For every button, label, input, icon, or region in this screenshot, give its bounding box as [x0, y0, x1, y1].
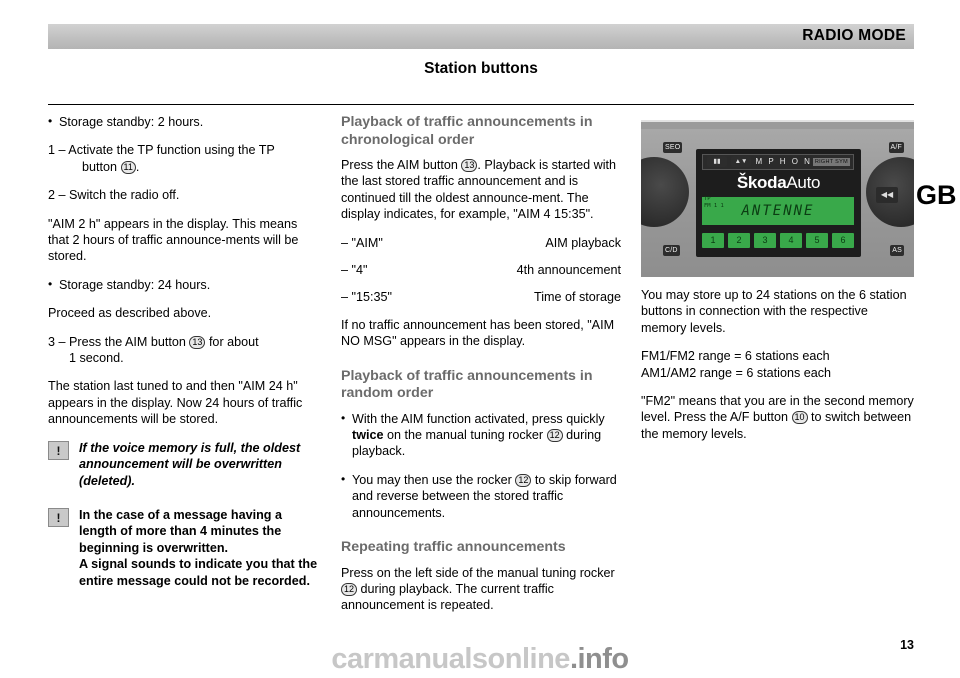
af-button: A/F — [888, 142, 904, 153]
warning-note-1: If the voice memory is full, the oldest … — [48, 440, 320, 489]
callout-13: 13 — [189, 335, 206, 349]
definition-desc: AIM playback — [545, 235, 621, 250]
callout-12: 12 — [546, 429, 563, 443]
definition-row: – "AIM" AIM playback — [341, 235, 621, 251]
header-bar: RADIO MODE — [48, 24, 914, 49]
callout-12: 12 — [515, 473, 532, 487]
step-1-cont: button — [82, 159, 118, 174]
preset-button-row: 1 2 3 4 5 6 — [702, 233, 854, 248]
random-b1-bold: twice — [352, 428, 384, 443]
seek-back-button: ◀◀ — [876, 187, 898, 203]
preset-button: 2 — [728, 233, 750, 248]
heading-chronological: Playback of traffic announcements in chr… — [341, 114, 593, 148]
preset-button: 3 — [754, 233, 776, 248]
definition-desc: Time of storage — [533, 290, 621, 305]
definition-term: – "4" — [341, 263, 368, 278]
callout-12: 12 — [341, 583, 358, 596]
column-right: You may store up to 24 stations on the 6… — [641, 287, 916, 454]
horizontal-divider — [48, 104, 914, 105]
preset-button: 1 — [702, 233, 724, 248]
fm-range-line: FM1/FM2 range = 6 stations each — [641, 349, 830, 364]
storage-standby-2h: Storage standby: 2 hours. — [48, 113, 320, 130]
cd-button: C/D — [663, 245, 680, 256]
random-b2-a: You may then use the rocker — [352, 472, 512, 487]
step-1-second-line: button 11. — [48, 159, 320, 175]
random-bullet-1: With the AIM function activated, press q… — [341, 410, 621, 460]
chronological-paragraph: Press the AIM button 13. Playback is sta… — [341, 157, 621, 223]
step-1: 1 – Activate the TP function using the T… — [48, 142, 320, 175]
lcd-tp-indicator: TP — [704, 196, 711, 202]
step-1-text: 1 – Activate the TP function using the T… — [48, 143, 275, 158]
preset-button: 6 — [832, 233, 854, 248]
definition-row: – "15:35" Time of storage — [341, 289, 621, 305]
lcd-status-lines: TP FM 1 1 — [704, 196, 724, 210]
step-3-text: 3 – Press the AIM button — [48, 334, 186, 349]
watermark-dark: .info — [569, 643, 629, 675]
right-paragraph-3: "FM2" means that you are in the second m… — [641, 393, 916, 442]
repeating-a: Press on the left side of the manual tun… — [341, 565, 615, 580]
brand-logo: ŠkodaAuto — [696, 173, 861, 193]
radio-body: SEO C/D A/F AS S Y M P H O N Y RIGHT SYM… — [641, 129, 914, 277]
callout-10: 10 — [791, 411, 808, 425]
step-2: 2 – Switch the radio off. — [48, 188, 180, 203]
preset-button: 5 — [806, 233, 828, 248]
warning-note-1-text: If the voice memory is full, the oldest … — [79, 440, 301, 488]
watermark: carmanualsonline.info — [0, 643, 960, 676]
right-range-lines: FM1/FM2 range = 6 stations each AM1/AM2 … — [641, 348, 916, 381]
seo-button: SEO — [663, 142, 683, 153]
step-3: 3 – Press the AIM button 13 for about 1 … — [48, 334, 320, 367]
volume-knob — [641, 157, 689, 227]
definition-desc: 4th announcement — [516, 263, 621, 278]
page-mode-title: RADIO MODE — [802, 27, 906, 44]
warning-note-2: In the case of a message having a length… — [48, 507, 320, 589]
heading-repeating: Repeating traffic announcements — [341, 539, 566, 556]
definition-term: – "15:35" — [341, 290, 392, 305]
language-tab-label: GB — [916, 180, 957, 210]
definition-term: – "AIM" — [341, 235, 383, 250]
manual-page: RADIO MODE Station buttons GB Storage st… — [0, 0, 960, 678]
am-range-line: AM1/AM2 range = 6 stations each — [641, 365, 832, 380]
brand-light: Auto — [786, 173, 821, 192]
aim-2h-paragraph: "AIM 2 h" appears in the display. This m… — [48, 216, 299, 264]
definition-row: – "4" 4th announcement — [341, 262, 621, 278]
as-button: AS — [890, 245, 904, 256]
storage-standby-24h: Storage standby: 24 hours. — [48, 276, 320, 293]
warning-note-2-text: In the case of a message having a length… — [79, 507, 318, 588]
heading-random-order: Playback of traffic announcements in ran… — [341, 367, 593, 402]
lcd-screen: ANTENNE — [702, 197, 854, 225]
right-paragraph-1: You may store up to 24 stations on the 6… — [641, 288, 907, 335]
random-b1-b: on the manual tuning rocker — [387, 428, 544, 443]
rocker-buttons: ▮▮ ▲▼ — [707, 156, 751, 167]
column-middle: Playback of traffic announcements in chr… — [341, 114, 621, 626]
rocker-left-button: ▮▮ — [707, 156, 727, 167]
callout-13: 13 — [461, 159, 478, 172]
rocker-right-button: ▲▼ — [731, 156, 751, 167]
random-bullet-2: You may then use the rocker 12 to skip f… — [341, 471, 621, 521]
step-3-tail: for about — [208, 334, 259, 349]
callout-11: 11 — [120, 160, 136, 174]
proceed-paragraph: Proceed as described above. — [48, 306, 212, 321]
watermark-light: carmanualsonline — [331, 643, 570, 675]
repeating-paragraph: Press on the left side of the manual tun… — [341, 565, 621, 614]
last-tuned-paragraph: The station last tuned to and then "AIM … — [48, 379, 303, 427]
right-tag: RIGHT SYM — [812, 158, 850, 166]
warning-icon — [48, 507, 69, 527]
lcd-station-text: ANTENNE — [741, 203, 815, 219]
warning-icon — [48, 440, 69, 460]
column-left: Storage standby: 2 hours. 1 – Activate t… — [48, 113, 320, 607]
chrono-text-a: Press the AIM button — [341, 158, 458, 172]
no-message-paragraph: If no traffic announcement has been stor… — [341, 317, 615, 349]
random-b1-a: With the AIM function activated, press q… — [352, 411, 605, 426]
language-tab: GB — [914, 170, 960, 238]
radio-illustration: SEO C/D A/F AS S Y M P H O N Y RIGHT SYM… — [641, 120, 914, 277]
step-1-end: . — [135, 159, 140, 174]
brand-bold: Škoda — [736, 173, 787, 192]
preset-button: 4 — [780, 233, 802, 248]
lcd-band-indicator: FM 1 1 — [704, 203, 724, 209]
page-section-title: Station buttons — [424, 60, 538, 77]
repeating-b: during playback. The current traffic ann… — [341, 582, 554, 613]
step-3-second-line: 1 second. — [69, 351, 124, 366]
